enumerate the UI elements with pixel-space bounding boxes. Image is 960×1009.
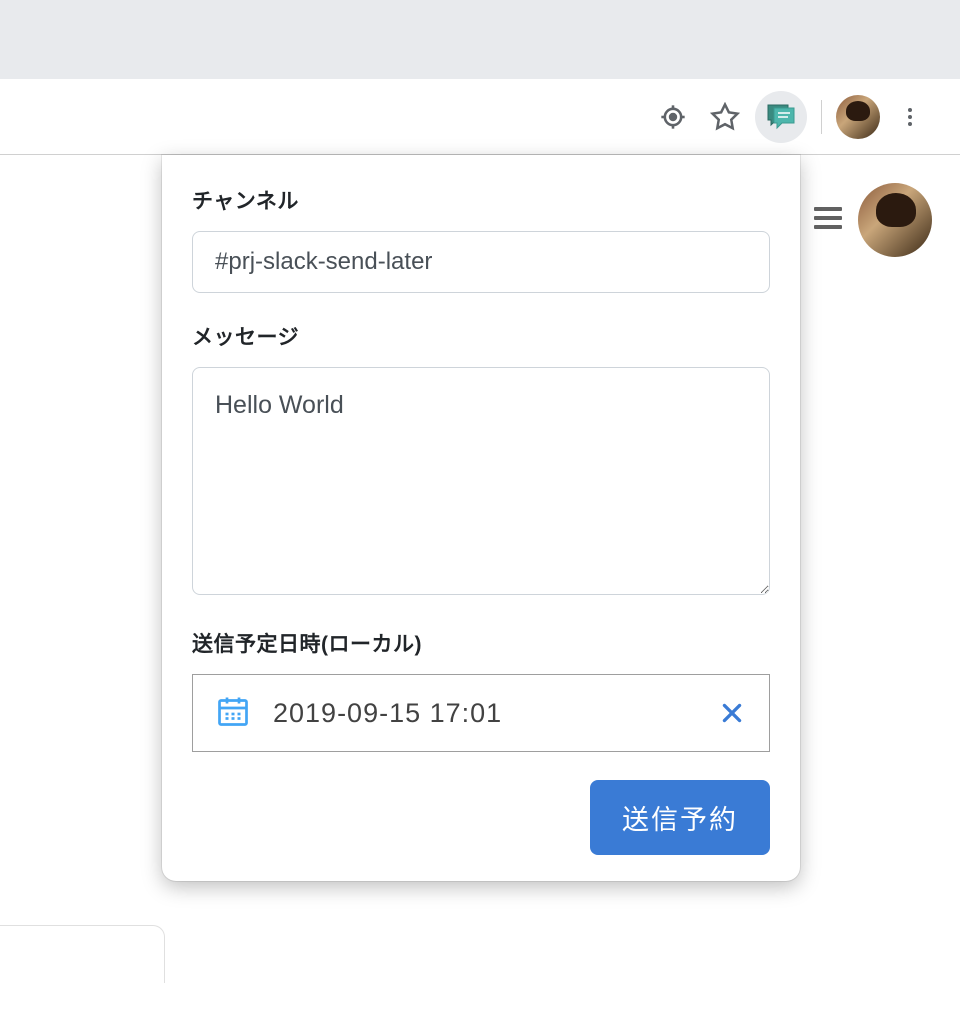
channel-field-group: チャンネル [192, 185, 770, 293]
browser-toolbar [0, 79, 960, 155]
message-label: メッセージ [192, 321, 770, 351]
location-target-icon[interactable] [651, 95, 695, 139]
close-icon[interactable] [717, 698, 747, 728]
datetime-value: 2019-09-15 17:01 [273, 698, 695, 729]
message-field-group: メッセージ [192, 321, 770, 600]
page-content: チャンネル メッセージ 送信予定日時(ローカル) [0, 155, 960, 1009]
message-input[interactable] [192, 367, 770, 595]
submit-row: 送信予約 [192, 780, 770, 855]
star-icon[interactable] [703, 95, 747, 139]
datetime-field-group: 送信予定日時(ローカル) 20 [192, 628, 770, 752]
browser-tab-strip [0, 0, 960, 79]
hamburger-menu-icon[interactable] [814, 207, 842, 229]
chat-extension-icon[interactable] [755, 91, 807, 143]
page-side-tab [0, 925, 165, 983]
calendar-icon [215, 693, 251, 734]
kebab-menu-icon[interactable] [888, 95, 932, 139]
datetime-label: 送信予定日時(ローカル) [192, 628, 770, 658]
toolbar-divider [821, 100, 822, 134]
extension-popup: チャンネル メッセージ 送信予定日時(ローカル) [162, 155, 800, 881]
channel-input[interactable] [192, 231, 770, 293]
submit-button[interactable]: 送信予約 [590, 780, 770, 855]
channel-label: チャンネル [192, 185, 770, 215]
datetime-input[interactable]: 2019-09-15 17:01 [192, 674, 770, 752]
avatar[interactable] [836, 95, 880, 139]
avatar[interactable] [858, 183, 932, 257]
